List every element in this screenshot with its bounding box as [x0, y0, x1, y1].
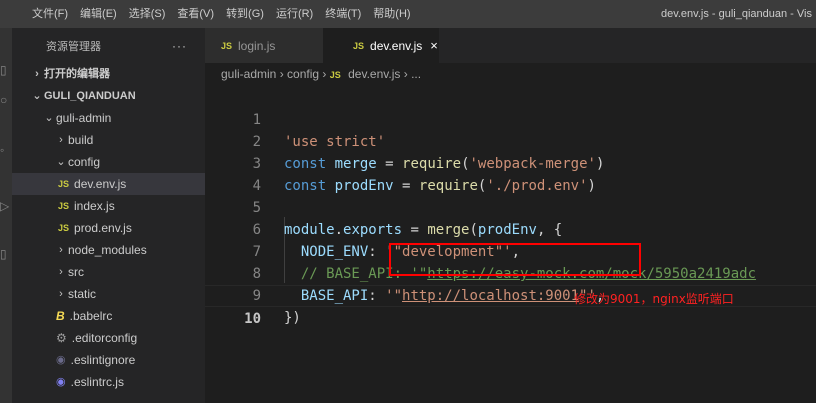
menu-go[interactable]: 转到(G) [220, 0, 270, 28]
code-line: 3 const prodEnv = require('./prod.env') [205, 131, 816, 194]
tab-bar: JS login.js JS dev.env.js × [205, 28, 816, 63]
breadcrumb: guli-admin › config › JS dev.env.js › ..… [205, 63, 816, 85]
tree-item-editorconfig[interactable]: ⚙ .editorconfig [12, 327, 205, 349]
open-editors-section[interactable]: › 打开的编辑器 [12, 63, 205, 85]
tree-item-label: .eslintignore [70, 353, 136, 367]
chevron-right-icon: › [403, 67, 408, 81]
breadcrumb-root[interactable]: guli-admin [221, 67, 276, 81]
tab-label: dev.env.js [370, 38, 423, 53]
menu-bar: 文件(F) 编辑(E) 选择(S) 查看(V) 转到(G) 运行(R) 终端(T… [0, 0, 816, 28]
more-actions-icon[interactable]: ··· [172, 39, 187, 53]
chevron-right-icon: › [59, 288, 63, 300]
search-icon[interactable]: ○ [0, 92, 12, 108]
vscode-window: 文件(F) 编辑(E) 选择(S) 查看(V) 转到(G) 运行(R) 终端(T… [0, 0, 816, 403]
tree-item-label: build [68, 133, 94, 147]
menu-file[interactable]: 文件(F) [26, 0, 74, 28]
menu-edit[interactable]: 编辑(E) [74, 0, 123, 28]
workspace-section[interactable]: ⌄ GULI_QIANDUAN [12, 85, 205, 107]
breadcrumb-ellipsis[interactable]: ... [411, 67, 421, 81]
code-line: 7 // BASE_API: '"https://easy-mock.com/m… [205, 219, 816, 282]
code-line: 4 [205, 153, 816, 194]
editor-area: JS login.js JS dev.env.js × guli-admin ›… [205, 28, 816, 403]
js-file-icon: JS [221, 40, 233, 51]
tree-item-label: .babelrc [69, 309, 113, 323]
menu-selection[interactable]: 选择(S) [123, 0, 172, 28]
tree-item-static[interactable]: › static [12, 283, 205, 305]
menu-view[interactable]: 查看(V) [171, 0, 220, 28]
tree-item-src[interactable]: › src [12, 261, 205, 283]
window-title: dev.env.js - guli_qianduan - Vis [660, 8, 812, 20]
js-file-icon: JS [58, 179, 70, 189]
tree-item-label: .editorconfig [71, 331, 138, 345]
js-file-icon: JS [329, 70, 341, 80]
menu-run[interactable]: 运行(R) [270, 0, 319, 28]
explorer-header: 资源管理器 ··· [12, 28, 205, 63]
line-number: 10 [244, 311, 261, 327]
tree-item-babelrc[interactable]: B .babelrc [12, 305, 205, 327]
tree-item-eslintrc[interactable]: ◉ .eslintrc.js [12, 371, 205, 393]
tree-item-label: node_modules [68, 243, 147, 257]
close-icon[interactable]: × [430, 38, 438, 53]
code-line: 5 module.exports = merge(prodEnv, { [205, 175, 816, 238]
tree-item-label: .eslintrc.js [70, 375, 124, 389]
chevron-right-icon: › [35, 68, 39, 80]
explorer-icon[interactable]: ▯ [0, 62, 12, 78]
annotation-text: 修改为9001，nginx监听端口 [574, 292, 734, 306]
chevron-right-icon: › [59, 134, 63, 146]
run-icon[interactable]: ▷ [0, 198, 12, 214]
open-editors-label: 打开的编辑器 [44, 68, 110, 80]
extensions-icon[interactable]: ▯ [0, 246, 12, 262]
menu-terminal[interactable]: 终端(T) [319, 0, 367, 28]
code-token: }) [284, 310, 301, 326]
tree-item-node-modules[interactable]: › node_modules [12, 239, 205, 261]
tree-item-config[interactable]: ⌄ config [12, 151, 205, 173]
tab-label: login.js [238, 38, 276, 53]
chevron-right-icon: › [59, 244, 63, 256]
tree-item-dev-env[interactable]: JS dev.env.js [12, 173, 205, 195]
babel-icon: B [56, 309, 65, 323]
tree-item-prod-env[interactable]: JS prod.env.js [12, 217, 205, 239]
chevron-down-icon: ⌄ [56, 156, 66, 168]
js-file-icon: JS [353, 40, 365, 51]
menu-help[interactable]: 帮助(H) [367, 0, 416, 28]
code-line: 6 NODE_ENV: '"development"', [205, 197, 816, 260]
eslint-icon: ◉ [56, 376, 66, 388]
code-line: 1 'use strict' [205, 87, 816, 150]
tree-item-guli-admin[interactable]: ⌄ guli-admin [12, 107, 205, 129]
chevron-right-icon: › [59, 266, 63, 278]
source-control-icon[interactable]: ◦ [0, 142, 12, 158]
workspace-label: GULI_QIANDUAN [44, 90, 136, 102]
chevron-down-icon: ⌄ [44, 112, 54, 124]
js-file-icon: JS [58, 201, 70, 211]
tab-dev-env-js[interactable]: JS dev.env.js × [323, 28, 439, 63]
tree-item-index[interactable]: JS index.js [12, 195, 205, 217]
chevron-right-icon: › [322, 67, 327, 81]
tree-item-label: prod.env.js [74, 221, 132, 235]
breadcrumb-folder[interactable]: config [287, 67, 319, 81]
tree-item-label: guli-admin [56, 111, 112, 125]
activity-bar: ▯ ○ ◦ ▷ ▯ [0, 28, 12, 403]
tree-item-label: static [68, 287, 97, 301]
tree-item-label: index.js [74, 199, 115, 213]
highlight-box [389, 243, 641, 276]
eslint-icon: ◉ [56, 354, 66, 366]
explorer-sidebar: 资源管理器 ··· › 打开的编辑器 ⌄ GULI_QIANDUAN ⌄ gul… [12, 28, 205, 403]
chevron-down-icon: ⌄ [32, 90, 42, 102]
tree-item-label: config [68, 155, 101, 169]
chevron-right-icon: › [279, 67, 284, 81]
tree-item-eslintignore[interactable]: ◉ .eslintignore [12, 349, 205, 371]
tree-item-label: src [68, 265, 84, 279]
js-file-icon: JS [58, 223, 70, 233]
tree-item-build[interactable]: › build [12, 129, 205, 151]
explorer-title: 资源管理器 [46, 40, 101, 53]
tree-item-label: dev.env.js [74, 177, 127, 191]
breadcrumb-file[interactable]: dev.env.js [348, 67, 400, 81]
gear-icon: ⚙ [56, 331, 67, 345]
tab-login-js[interactable]: JS login.js [205, 28, 323, 63]
code-line: 2 const merge = require('webpack-merge') [205, 109, 816, 172]
